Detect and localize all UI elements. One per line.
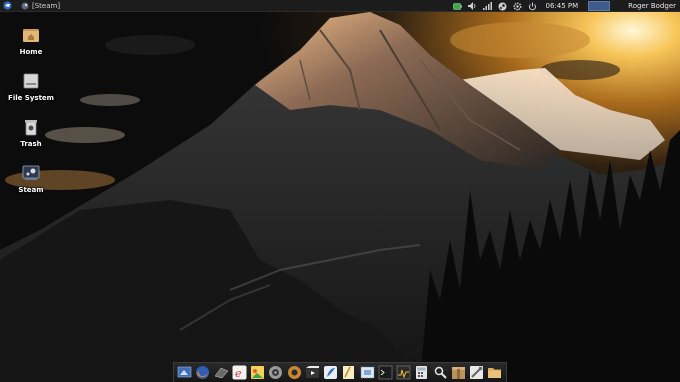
desktop-icon-steam[interactable]: Steam [5,164,57,194]
settings-icon[interactable] [513,1,522,11]
inkscape-icon[interactable] [323,365,338,380]
tools-icon[interactable] [469,365,484,380]
video-icon[interactable] [305,365,320,380]
power-icon[interactable] [528,2,537,11]
desktop-icon-label: Trash [20,140,42,148]
terminal-window-icon[interactable] [214,365,229,380]
desktop-icon-home[interactable]: Home [5,26,57,56]
folder-icon[interactable] [487,365,502,380]
battery-icon[interactable] [453,2,463,11]
app-menu-button[interactable] [2,0,13,11]
steam-window-icon [21,2,29,9]
taskbar-window-steam[interactable]: [Steam] [18,0,63,11]
top-panel: [Steam] 06:45 PM Roger Bodger [0,0,680,12]
search-icon[interactable] [433,365,448,380]
volume-icon[interactable] [468,2,477,11]
archive-icon[interactable] [451,365,466,380]
desktop-icon-label: File System [8,94,54,102]
desktop-icon-label: Steam [18,186,44,194]
browser-e-icon[interactable]: e [232,365,247,380]
desktop-icon-label: Home [19,48,43,56]
system-monitor-icon[interactable] [396,365,411,380]
calculator-icon[interactable] [414,365,429,380]
image-viewer-icon[interactable] [250,365,265,380]
disc-icon[interactable] [268,365,283,380]
clock[interactable]: 06:45 PM [545,2,578,10]
screenshot-icon[interactable] [360,365,375,380]
desktop-icon[interactable] [177,365,192,380]
drive-icon [23,73,39,89]
notes-icon[interactable] [341,365,356,380]
trash-icon [25,120,37,136]
svg-text:e: e [235,367,242,380]
desktop-wallpaper [0,0,680,382]
workspace-switcher[interactable] [588,1,611,11]
steam-tray-icon[interactable] [498,2,507,11]
desktop-icon-file-system[interactable]: File System [5,72,57,102]
firefox-icon[interactable] [195,365,210,380]
media-player-icon[interactable] [287,365,302,380]
taskbar-window-title: [Steam] [32,1,61,10]
home-folder-icon [23,29,39,42]
user-name[interactable]: Roger Bodger [628,2,676,10]
desktop-icon-trash[interactable]: Trash [5,118,57,148]
system-tray: 06:45 PM Roger Bodger [453,0,680,12]
xfce-menu-icon [3,1,12,10]
console-icon[interactable] [378,365,393,380]
dock: e [173,362,507,382]
steam-icon [22,165,40,180]
network-signal-icon[interactable] [483,2,493,11]
